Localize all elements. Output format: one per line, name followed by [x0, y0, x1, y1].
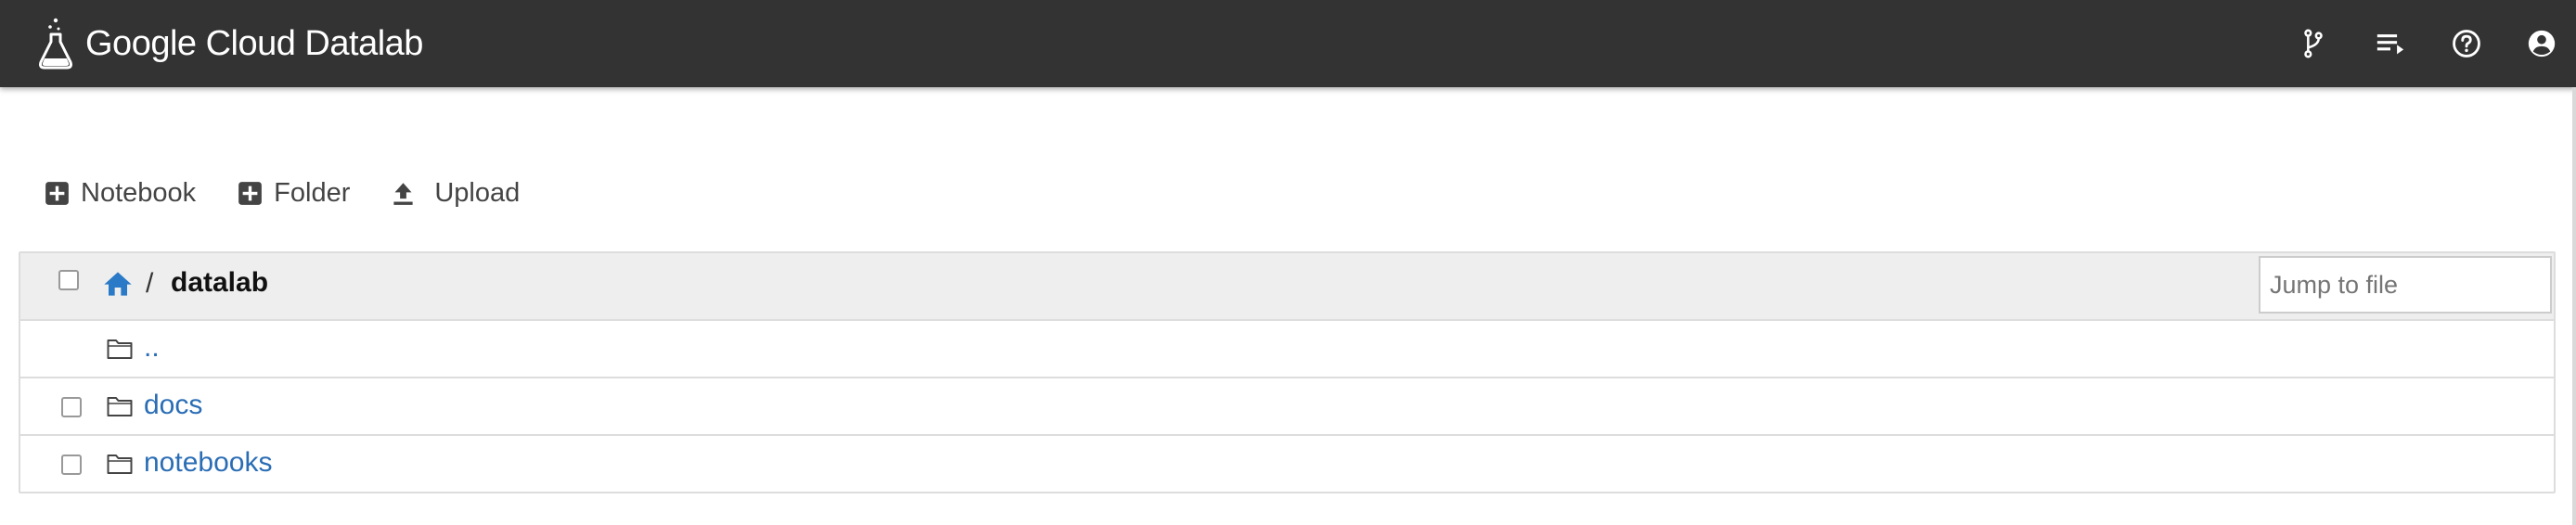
list-item[interactable]: docs — [20, 378, 2554, 436]
scrollbar[interactable] — [2572, 87, 2576, 525]
brand[interactable]: Google Cloud Datalab — [37, 13, 423, 74]
upload-button[interactable]: Upload — [391, 173, 520, 213]
breadcrumb-current[interactable]: datalab — [171, 267, 268, 299]
app-title: Google Cloud Datalab — [85, 23, 423, 63]
file-name[interactable]: docs — [144, 390, 202, 421]
queue-icon — [2376, 34, 2404, 55]
folder-icon — [107, 339, 133, 359]
upload-label: Upload — [434, 177, 521, 208]
new-notebook-button[interactable]: Notebook — [45, 173, 196, 213]
home-icon[interactable] — [103, 269, 133, 299]
account-button[interactable] — [2518, 20, 2565, 67]
new-folder-label: Folder — [274, 177, 351, 208]
help-button[interactable] — [2443, 20, 2490, 67]
queue-button[interactable] — [2367, 20, 2414, 67]
row-checkbox[interactable] — [61, 397, 82, 417]
toolbar: Notebook Folder Upload — [45, 173, 520, 213]
folder-icon — [107, 397, 133, 416]
select-all-checkbox[interactable] — [58, 270, 79, 290]
file-listing: / datalab .. docs notebooks — [19, 251, 2556, 493]
file-name[interactable]: notebooks — [144, 447, 272, 479]
plus-square-icon — [238, 181, 263, 205]
plus-square-icon — [45, 181, 69, 205]
jump-to-file-input[interactable] — [2259, 256, 2552, 314]
list-item[interactable]: .. — [20, 321, 2554, 378]
git-branch-icon — [2304, 29, 2323, 58]
git-branch-button[interactable] — [2290, 20, 2337, 67]
new-notebook-label: Notebook — [81, 177, 197, 208]
upload-icon — [393, 182, 413, 205]
row-checkbox[interactable] — [61, 455, 82, 475]
top-bar: Google Cloud Datalab — [0, 0, 2576, 87]
account-icon — [2528, 30, 2556, 58]
new-folder-button[interactable]: Folder — [238, 173, 350, 213]
help-icon — [2453, 30, 2480, 58]
flask-icon — [39, 18, 72, 70]
listing-header: / datalab — [20, 253, 2554, 321]
folder-icon — [107, 455, 133, 474]
breadcrumb-separator: / — [146, 268, 154, 299]
file-name[interactable]: .. — [144, 332, 160, 364]
list-item[interactable]: notebooks — [20, 436, 2554, 493]
